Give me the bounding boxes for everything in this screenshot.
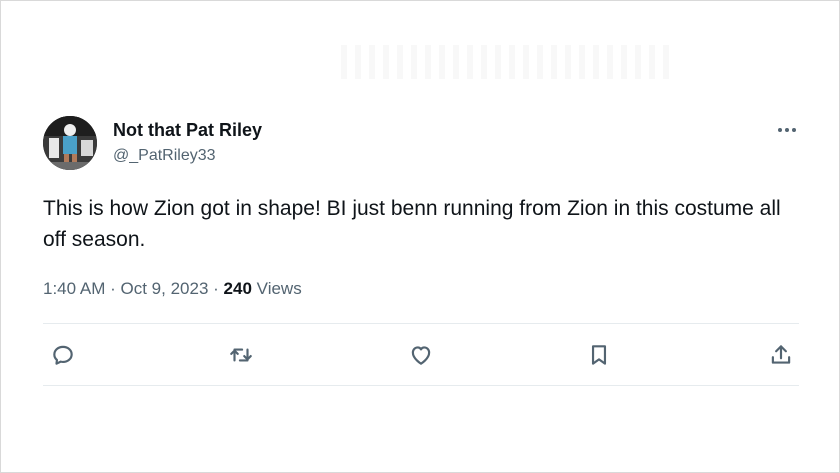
tweet-meta: 1:40 AM · Oct 9, 2023 · 240 Views xyxy=(43,278,302,300)
more-horizontal-icon xyxy=(778,128,796,132)
share-icon xyxy=(771,345,791,364)
tweet-date[interactable]: Oct 9, 2023 xyxy=(121,279,209,298)
divider-top xyxy=(43,323,799,324)
reply-icon xyxy=(53,345,73,365)
author-block: Not that Pat Riley @_PatRiley33 xyxy=(113,119,262,166)
tweet-card: Not that Pat Riley @_PatRiley33 This is … xyxy=(0,0,840,473)
views-label: Views xyxy=(256,279,302,298)
share-button[interactable] xyxy=(765,339,797,371)
avatar[interactable] xyxy=(43,116,97,170)
bookmark-button[interactable] xyxy=(583,339,615,371)
meta-separator: · xyxy=(213,279,219,298)
retweet-button[interactable] xyxy=(225,339,257,371)
faded-background-artifact xyxy=(341,45,671,79)
divider-bottom xyxy=(43,385,799,386)
action-bar xyxy=(43,339,799,371)
bookmark-icon xyxy=(591,345,607,365)
tweet-text: This is how Zion got in shape! BI just b… xyxy=(43,197,781,251)
reply-button[interactable] xyxy=(47,339,79,371)
views-count: 240 xyxy=(223,279,252,298)
more-options-button[interactable] xyxy=(773,121,801,139)
retweet-icon xyxy=(230,348,252,362)
tweet-time[interactable]: 1:40 AM xyxy=(43,279,105,298)
meta-separator: · xyxy=(110,279,116,298)
like-button[interactable] xyxy=(405,339,437,371)
author-display-name[interactable]: Not that Pat Riley xyxy=(113,119,262,141)
heart-icon xyxy=(411,346,431,365)
author-handle[interactable]: @_PatRiley33 xyxy=(113,146,262,166)
